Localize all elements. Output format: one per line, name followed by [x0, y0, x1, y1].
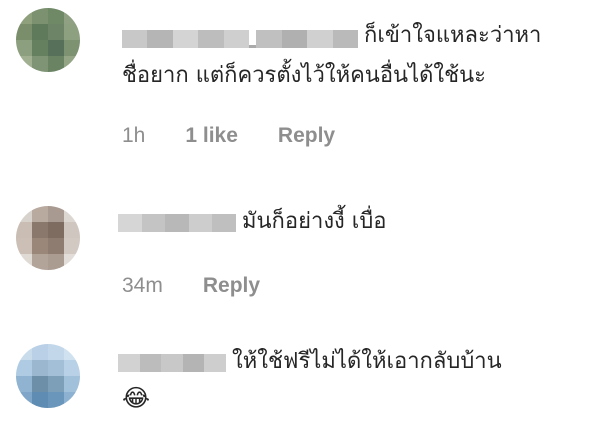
comment-3: ให้ใช้ฟรีไม่ได้ให้เอากลับบ้าน 😂: [0, 330, 604, 430]
avatar[interactable]: [16, 206, 80, 270]
comment-text-line-2: ชื่อยาก แต่ก็ควรตั้งไว้ให้คนอื่นได้ใช้นะ: [122, 63, 486, 88]
avatar[interactable]: [16, 8, 80, 72]
comment-text-line-1: ก็เข้าใจแหละว่าหา: [364, 23, 542, 48]
comment-text-line-1: มันก็อย่างงี้ เบื่อ: [242, 209, 387, 234]
comment-2: มันก็อย่างงี้ เบื่อ 34m Reply: [0, 190, 604, 310]
timestamp: 1h: [122, 124, 146, 147]
reply-button[interactable]: Reply: [203, 274, 260, 298]
username-redacted[interactable]: [118, 354, 226, 372]
face-with-tears-of-joy-icon: 😂: [122, 384, 151, 412]
comment-meta: 34m Reply: [122, 274, 260, 298]
timestamp: 34m: [122, 274, 163, 297]
username-redacted[interactable]: [118, 214, 236, 232]
reply-button[interactable]: Reply: [278, 124, 335, 148]
username-redacted[interactable]: [122, 30, 358, 48]
avatar[interactable]: [16, 344, 80, 408]
comment-meta: 1h 1 like Reply: [122, 124, 335, 148]
likes-count[interactable]: 1 like: [185, 124, 238, 148]
comment-text-line-1: ให้ใช้ฟรีไม่ได้ให้เอากลับบ้าน: [232, 349, 502, 374]
comment-1: ก็เข้าใจแหละว่าหา ชื่อยาก แต่ก็ควรตั้งไว…: [0, 0, 604, 170]
